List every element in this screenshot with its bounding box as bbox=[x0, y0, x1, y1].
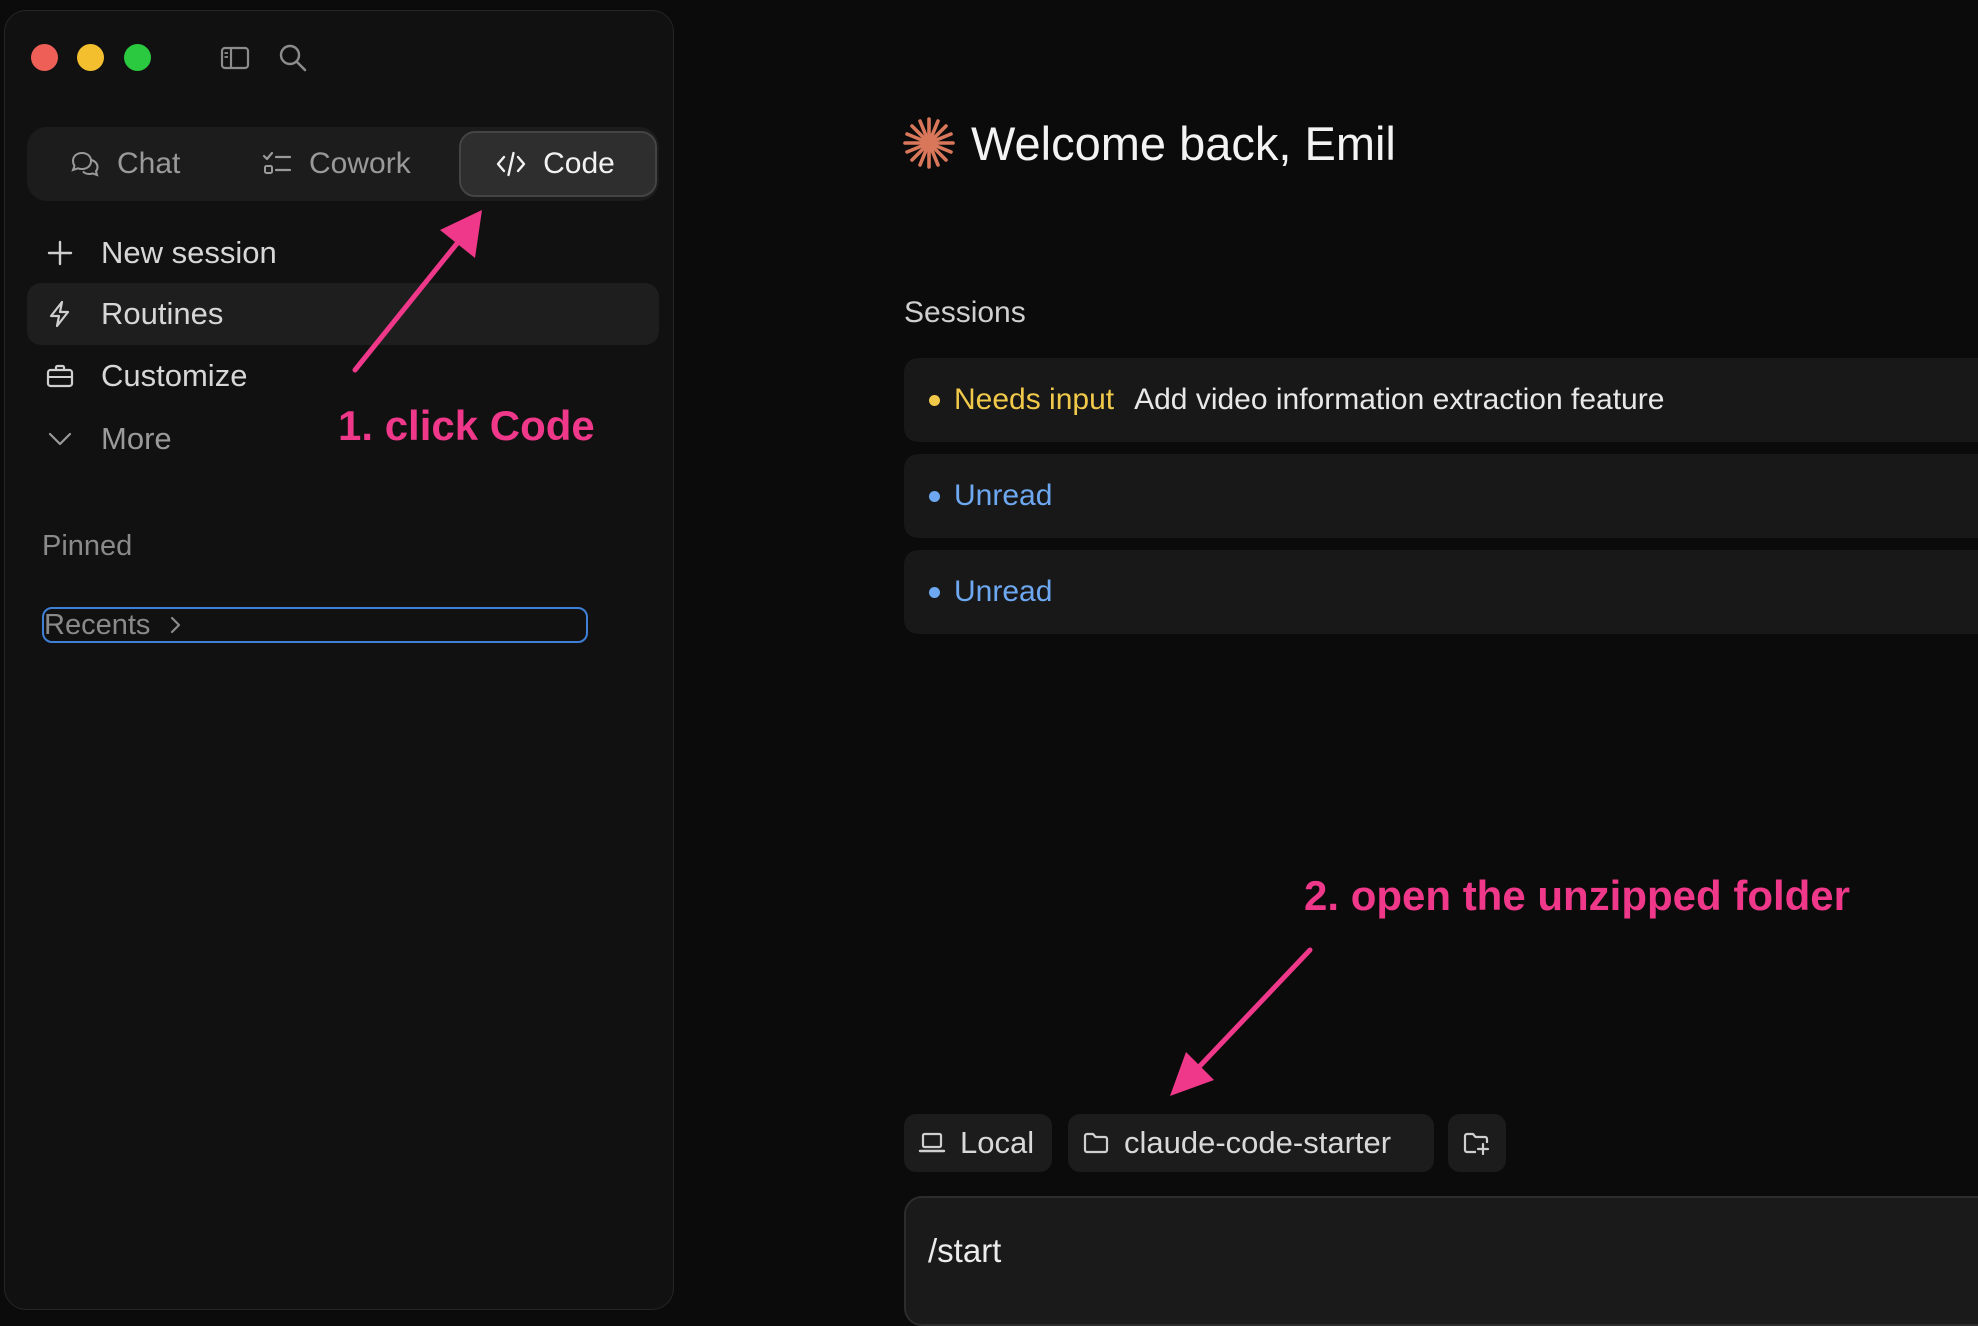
close-window-button[interactable] bbox=[31, 44, 58, 71]
routines-label: Routines bbox=[101, 296, 224, 331]
session-row[interactable]: Unread bbox=[904, 454, 1978, 538]
welcome-header: Welcome back, Emil bbox=[901, 115, 1396, 171]
sidebar-toggle-icon[interactable] bbox=[219, 42, 251, 74]
session-status: Unread bbox=[954, 479, 1053, 512]
tab-chat[interactable]: Chat bbox=[69, 131, 180, 197]
recents-label: Recents bbox=[44, 608, 151, 641]
mode-switcher: Chat Cowork Code bbox=[27, 127, 659, 201]
sidebar-item-customize[interactable]: Customize bbox=[27, 345, 659, 407]
zoom-window-button[interactable] bbox=[124, 44, 151, 71]
sessions-section-label: Sessions bbox=[904, 296, 1026, 329]
prompt-input-text: /start bbox=[928, 1232, 1002, 1269]
minimize-window-button[interactable] bbox=[77, 44, 104, 71]
environment-chip[interactable]: Local bbox=[904, 1114, 1052, 1172]
new-session-label: New session bbox=[101, 235, 277, 270]
tab-code[interactable]: Code bbox=[459, 131, 657, 197]
status-dot bbox=[929, 586, 940, 598]
more-label: More bbox=[101, 421, 172, 456]
tab-code-label: Code bbox=[543, 147, 615, 180]
search-icon[interactable] bbox=[277, 42, 309, 74]
plus-icon bbox=[47, 240, 73, 266]
sidebar: Chat Cowork Code New session Routines Cu… bbox=[4, 10, 674, 1310]
lightning-icon bbox=[49, 300, 70, 328]
chevron-right-icon bbox=[171, 616, 181, 634]
briefcase-icon bbox=[46, 364, 74, 388]
session-title: Add video information extraction feature bbox=[1134, 383, 1665, 416]
folder-chip[interactable]: claude-code-starter bbox=[1068, 1114, 1434, 1172]
add-folder-button[interactable] bbox=[1448, 1114, 1506, 1172]
folder-icon bbox=[1083, 1132, 1109, 1154]
tab-cowork-label: Cowork bbox=[309, 147, 411, 180]
session-status: Needs input bbox=[954, 383, 1115, 416]
tab-cowork[interactable]: Cowork bbox=[261, 131, 411, 197]
annotation-step2: 2. open the unzipped folder bbox=[1304, 872, 1850, 919]
session-status: Unread bbox=[954, 575, 1053, 608]
recents-toggle[interactable]: Recents bbox=[42, 607, 588, 643]
environment-label: Local bbox=[960, 1125, 1035, 1160]
session-row[interactable]: Unread bbox=[904, 550, 1978, 634]
status-dot bbox=[929, 490, 940, 502]
code-brackets-icon bbox=[496, 151, 526, 177]
folder-label: claude-code-starter bbox=[1124, 1125, 1392, 1160]
sidebar-item-routines[interactable]: Routines bbox=[27, 283, 659, 345]
prompt-input[interactable]: /start bbox=[904, 1196, 1978, 1326]
customize-label: Customize bbox=[101, 358, 248, 393]
chevron-down-icon bbox=[48, 432, 72, 446]
chat-bubbles-icon bbox=[71, 151, 99, 177]
folder-plus-icon bbox=[1463, 1132, 1490, 1156]
pinned-section-label: Pinned bbox=[42, 530, 133, 562]
annotation-step1: 1. click Code bbox=[338, 402, 595, 449]
laptop-icon bbox=[918, 1132, 946, 1153]
session-row[interactable]: Needs input Add video information extrac… bbox=[904, 358, 1978, 442]
tab-chat-label: Chat bbox=[117, 147, 181, 180]
status-dot bbox=[929, 394, 940, 406]
annotation-arrow-2 bbox=[1170, 947, 1313, 1096]
claude-logo-icon bbox=[903, 117, 955, 169]
new-session-button[interactable]: New session bbox=[27, 222, 659, 284]
checklist-icon bbox=[262, 151, 292, 174]
page-title: Welcome back, Emil bbox=[971, 116, 1396, 170]
